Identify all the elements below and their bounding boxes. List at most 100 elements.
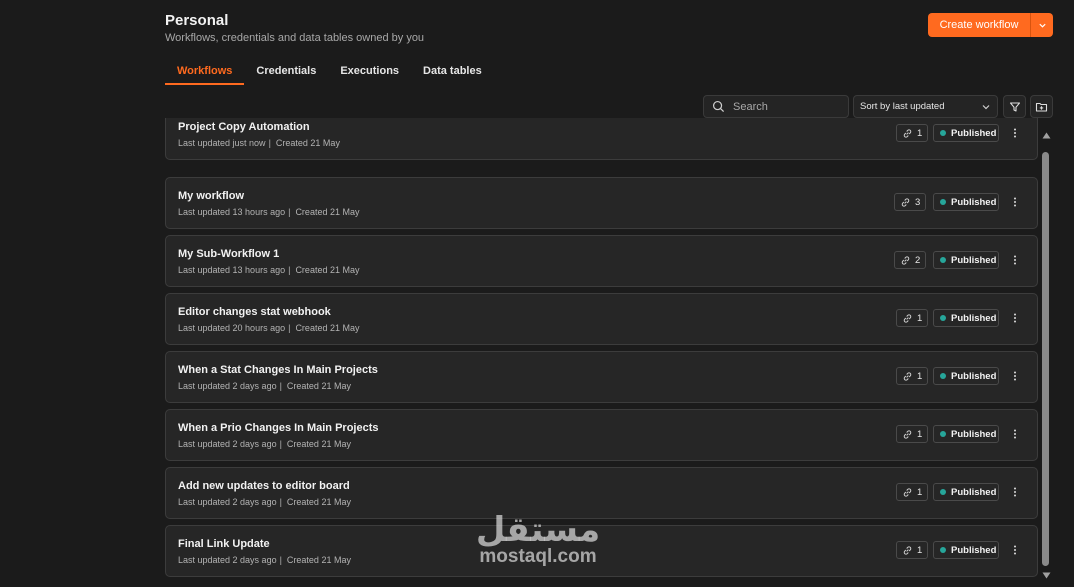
search-placeholder: Search [733,100,768,113]
link-count-badge[interactable]: 2 [894,251,927,269]
more-options-button[interactable] [1007,541,1023,559]
link-icon [901,197,910,207]
link-icon [903,545,912,555]
create-options-dropdown[interactable] [1031,13,1053,37]
meta-divider: | [288,207,291,217]
workflow-card[interactable]: Editor changes stat webhook Last updated… [165,293,1038,345]
more-options-button[interactable] [1007,251,1023,269]
status-dot [940,199,946,205]
status-label: Published [951,312,997,324]
scroll-down-button[interactable] [1041,571,1051,579]
status-dot [940,257,946,263]
link-icon [903,371,912,381]
meta-divider: | [268,138,271,148]
more-vertical-icon [1014,545,1016,555]
created-date: Created 21 May [286,439,351,449]
last-updated: Last updated 2 days ago [178,439,277,449]
workflow-name[interactable]: When a Prio Changes In Main Projects [178,422,378,434]
workflow-name[interactable]: Add new updates to editor board [178,480,350,492]
more-options-button[interactable] [1007,193,1023,211]
create-workflow-button-group: Create workflow [928,13,1053,37]
last-updated: Last updated 13 hours ago [178,207,286,217]
last-updated: Last updated just now [178,138,266,148]
created-date: Created 21 May [286,555,351,565]
created-date: Created 21 May [286,381,351,391]
status-badge: Published [933,124,999,142]
search-input[interactable]: Search [703,95,849,118]
workflow-card[interactable]: When a Prio Changes In Main Projects Las… [165,409,1038,461]
status-badge: Published [933,425,999,443]
link-count-badge[interactable]: 1 [896,541,929,559]
status-badge: Published [933,483,999,501]
filter-button[interactable] [1003,95,1026,118]
scrollbar-thumb[interactable] [1042,152,1049,566]
workflow-meta: Last updated 2 days ago | Created 21 May [178,381,351,391]
link-count-badge[interactable]: 3 [894,193,927,211]
scroll-up-button[interactable] [1041,131,1051,139]
workflow-name[interactable]: My Sub-Workflow 1 [178,248,279,260]
more-vertical-icon [1014,255,1016,265]
link-count-badge[interactable]: 1 [896,367,929,385]
watermark-arabic: مستقل [475,510,601,550]
created-date: Created 21 May [275,138,340,148]
link-icon [901,255,910,265]
status-badge: Published [933,541,999,559]
tab-workflows[interactable]: Workflows [165,60,245,85]
link-count-badge[interactable]: 1 [896,425,929,443]
more-vertical-icon [1014,487,1016,497]
more-options-button[interactable] [1007,367,1023,385]
more-vertical-icon [1014,197,1016,207]
status-dot [940,489,946,495]
status-label: Published [951,486,997,498]
workflow-name[interactable]: My workflow [178,190,244,202]
status-label: Published [951,254,997,266]
create-workflow-button[interactable]: Create workflow [928,13,1030,37]
last-updated: Last updated 20 hours ago [178,323,286,333]
folder-plus-icon [1035,102,1048,112]
created-date: Created 21 May [286,497,351,507]
tab-data-tables[interactable]: Data tables [411,60,494,85]
link-count: 1 [917,428,923,440]
workflow-card[interactable]: Project Copy Automation Last updated jus… [165,118,1038,160]
link-count: 1 [917,127,923,139]
workflows-page: Personal Workflows, credentials and data… [0,0,1074,587]
workflow-card[interactable]: When a Stat Changes In Main Projects Las… [165,351,1038,403]
last-updated: Last updated 13 hours ago [178,265,286,275]
workflow-name[interactable]: Editor changes stat webhook [178,306,331,318]
link-count-badge[interactable]: 1 [896,124,929,142]
workflow-card[interactable]: My workflow Last updated 13 hours ago | Cr… [165,177,1038,229]
status-dot [940,130,946,136]
more-options-button[interactable] [1007,309,1023,327]
link-count-badge[interactable]: 1 [896,309,929,327]
status-badge: Published [933,309,999,327]
tab-executions[interactable]: Executions [328,60,411,85]
link-count: 1 [917,312,923,324]
chevron-down-icon [982,104,990,109]
tab-credentials[interactable]: Credentials [244,60,328,85]
more-options-button[interactable] [1007,124,1023,142]
more-options-button[interactable] [1007,425,1023,443]
workflow-name[interactable]: Project Copy Automation [178,121,310,133]
link-count: 2 [915,254,921,266]
arrow-up-icon [1042,132,1050,138]
link-count: 1 [917,486,923,498]
workflow-meta: Last updated just now | Created 21 May [178,138,340,148]
workflow-meta: Last updated 13 hours ago | Created 21 May [178,207,359,217]
status-badge: Published [933,251,999,269]
new-folder-button[interactable] [1030,95,1053,118]
status-label: Published [951,428,997,440]
link-icon [903,313,912,323]
link-count-badge[interactable]: 1 [896,483,929,501]
watermark: مستقل mostaql.com [468,510,608,568]
sort-select[interactable]: Sort by last updated [853,95,998,118]
workflow-card[interactable]: My Sub-Workflow 1 Last updated 13 hours … [165,235,1038,287]
more-options-button[interactable] [1007,483,1023,501]
status-label: Published [951,127,997,139]
arrow-down-icon [1042,572,1050,578]
watermark-latin: mostaql.com [479,546,597,567]
workflow-meta: Last updated 2 days ago | Created 21 May [178,439,351,449]
filter-icon [1009,101,1020,112]
meta-divider: | [288,323,291,333]
workflow-name[interactable]: Final Link Update [178,538,270,550]
workflow-name[interactable]: When a Stat Changes In Main Projects [178,364,378,376]
